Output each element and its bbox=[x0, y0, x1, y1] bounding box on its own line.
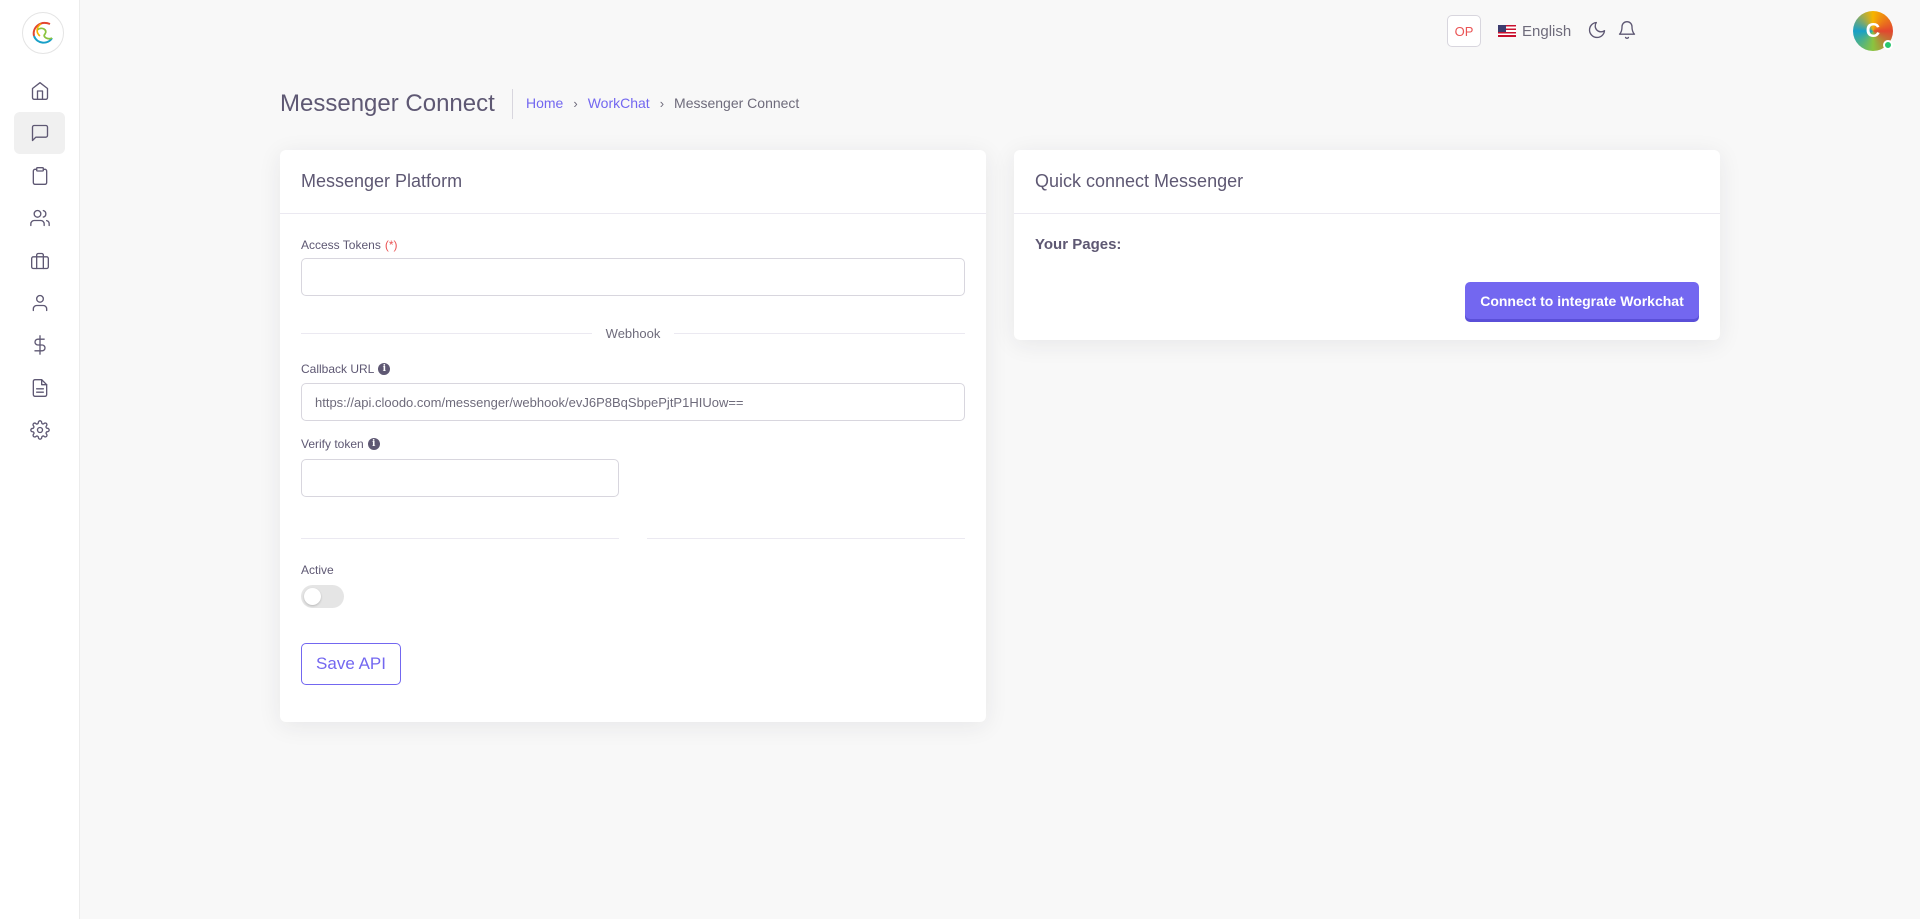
access-tokens-label: Access Tokens (*) bbox=[301, 238, 398, 252]
card-title: Messenger Platform bbox=[280, 150, 986, 214]
sidebar-item-projects[interactable] bbox=[14, 240, 65, 282]
active-label: Active bbox=[301, 563, 334, 577]
title-separator bbox=[512, 89, 513, 119]
breadcrumb-workchat[interactable]: WorkChat bbox=[588, 95, 650, 111]
sidebar-item-users[interactable] bbox=[14, 197, 65, 239]
verify-token-input[interactable] bbox=[301, 459, 619, 497]
dollar-icon bbox=[33, 335, 46, 355]
info-icon[interactable]: i bbox=[367, 438, 380, 450]
sidebar-item-tasks[interactable] bbox=[14, 155, 65, 197]
save-api-button[interactable]: Save API bbox=[301, 643, 401, 685]
user-icon bbox=[32, 294, 47, 312]
sidebar-item-chat[interactable] bbox=[14, 112, 65, 154]
bell-icon bbox=[1618, 21, 1636, 39]
top-navbar: OP English C bbox=[80, 0, 1920, 62]
chevron-right-icon: › bbox=[659, 95, 665, 111]
divider-line bbox=[674, 332, 965, 334]
card-title: Quick connect Messenger bbox=[1014, 150, 1720, 214]
connect-workchat-button[interactable]: Connect to integrate Workchat bbox=[1465, 282, 1699, 319]
avatar-logo-icon: C bbox=[1865, 19, 1881, 42]
page-title: Messenger Connect bbox=[280, 90, 495, 117]
op-badge[interactable]: OP bbox=[1447, 15, 1481, 47]
online-status-dot bbox=[1883, 40, 1893, 50]
access-tokens-input[interactable] bbox=[301, 258, 965, 296]
required-mark: (*) bbox=[384, 238, 398, 252]
clipboard-icon bbox=[32, 167, 47, 185]
verify-token-label-text: Verify token bbox=[301, 437, 364, 451]
sidebar bbox=[0, 0, 80, 919]
divider-line bbox=[647, 538, 965, 539]
sidebar-item-profile[interactable] bbox=[14, 282, 65, 324]
callback-url-label: Callback URL i bbox=[301, 362, 391, 376]
messenger-platform-card: Messenger Platform Access Tokens (*) Web… bbox=[280, 150, 986, 722]
toggle-knob bbox=[304, 588, 321, 605]
briefcase-icon bbox=[30, 252, 49, 270]
active-toggle[interactable] bbox=[301, 585, 344, 608]
divider-line bbox=[301, 538, 619, 539]
info-icon[interactable]: i bbox=[378, 363, 391, 375]
your-pages-label: Your Pages: bbox=[1035, 236, 1122, 253]
app-logo[interactable] bbox=[22, 12, 64, 54]
divider-line bbox=[301, 332, 592, 334]
dark-mode-toggle[interactable] bbox=[1587, 20, 1609, 42]
file-text-icon bbox=[32, 379, 47, 397]
access-tokens-label-text: Access Tokens bbox=[301, 238, 381, 252]
quick-connect-card: Quick connect Messenger Your Pages: Conn… bbox=[1014, 150, 1720, 340]
breadcrumb: Home › WorkChat › Messenger Connect bbox=[526, 95, 799, 111]
language-label: English bbox=[1522, 22, 1572, 40]
language-selector[interactable]: English bbox=[1498, 20, 1571, 42]
webhook-divider-label: Webhook bbox=[605, 325, 661, 341]
sidebar-item-documents[interactable] bbox=[14, 367, 65, 409]
notifications-button[interactable] bbox=[1617, 20, 1639, 42]
sidebar-item-home[interactable] bbox=[14, 70, 65, 112]
moon-icon bbox=[1588, 21, 1606, 39]
chevron-right-icon: › bbox=[573, 95, 578, 111]
callback-url-label-text: Callback URL bbox=[301, 362, 375, 376]
settings-icon bbox=[29, 420, 50, 440]
users-icon bbox=[29, 209, 50, 227]
home-icon bbox=[31, 82, 48, 101]
breadcrumb-current: Messenger Connect bbox=[674, 95, 800, 111]
chat-icon bbox=[31, 124, 48, 142]
webhook-divider: Webhook bbox=[301, 323, 965, 343]
verify-token-label: Verify token i bbox=[301, 437, 380, 451]
callback-url-input[interactable]: https://api.cloodo.com/messenger/webhook… bbox=[301, 383, 965, 421]
breadcrumb-home[interactable]: Home bbox=[526, 95, 563, 111]
sidebar-item-finance[interactable] bbox=[14, 324, 65, 366]
user-avatar[interactable]: C bbox=[1853, 11, 1893, 51]
sidebar-item-settings[interactable] bbox=[14, 409, 65, 451]
us-flag-icon bbox=[1498, 25, 1516, 37]
logo-icon bbox=[32, 22, 53, 44]
